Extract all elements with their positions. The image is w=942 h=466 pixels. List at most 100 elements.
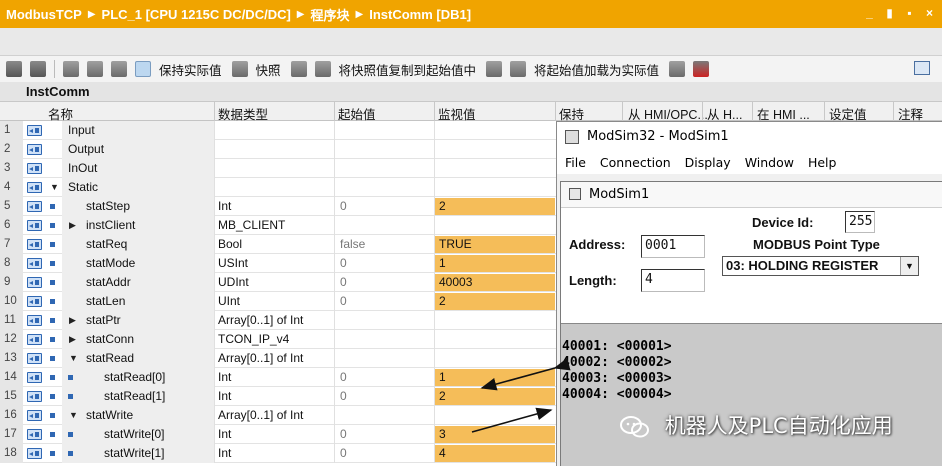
start-value-cell[interactable]: 0 [340, 273, 347, 292]
chevron-down-icon[interactable]: ▼ [900, 257, 918, 275]
address-input[interactable]: 0001 [641, 235, 705, 258]
datatype-cell[interactable]: Int [218, 387, 231, 406]
view-toggle-icon[interactable] [914, 61, 930, 75]
child-titlebar[interactable]: ModSim1 [561, 182, 942, 208]
variable-name[interactable]: statRead[0] [104, 368, 165, 387]
menu-file[interactable]: File [565, 155, 586, 170]
start-value-cell[interactable]: 0 [340, 425, 347, 444]
register-40004[interactable]: 40004: <00004> [562, 387, 672, 403]
datatype-cell[interactable]: UDInt [218, 273, 249, 292]
download-icon[interactable] [669, 61, 686, 77]
variable-name[interactable]: statPtr [86, 311, 121, 330]
expand-triangle-icon[interactable]: ▶ [69, 316, 76, 325]
insert-row-icon[interactable] [6, 61, 22, 77]
datatype-cell[interactable]: Array[0..1] of Int [218, 311, 303, 330]
copy-snapshot-icon-2[interactable] [314, 61, 331, 77]
float-icon[interactable]: ▪ [901, 5, 918, 22]
copy-snapshot-icon[interactable] [290, 61, 307, 77]
list-icon[interactable] [111, 61, 127, 77]
point-type-value: 03: HOLDING REGISTER [726, 258, 879, 273]
expand-triangle-icon[interactable]: ▶ [69, 221, 76, 230]
datatype-cell[interactable]: Array[0..1] of Int [218, 349, 303, 368]
monitor-value-cell: 3 [435, 426, 555, 443]
datatype-cell[interactable]: Array[0..1] of Int [218, 406, 303, 425]
variable-name[interactable]: statStep [86, 197, 130, 216]
variable-name[interactable]: statMode [86, 254, 135, 273]
start-value-cell[interactable]: 0 [340, 197, 347, 216]
menu-display[interactable]: Display [685, 155, 731, 170]
load-start-button[interactable]: 将起始值加载为实际值 [534, 60, 659, 79]
minimize-icon[interactable]: _ [861, 5, 878, 22]
variable-name[interactable]: statRead[1] [104, 387, 165, 406]
datatype-cell[interactable]: MB_CLIENT [218, 216, 285, 235]
keep-actual-button[interactable]: 保持实际值 [159, 60, 222, 79]
monitor-glasses-icon[interactable] [135, 61, 151, 77]
start-value-cell[interactable]: 0 [340, 254, 347, 273]
member-bullet-icon [50, 223, 55, 228]
breadcrumb-item[interactable]: PLC_1 [CPU 1215C DC/DC/DC] [102, 7, 291, 22]
datatype-cell[interactable]: USInt [218, 254, 248, 273]
datatype-cell[interactable]: TCON_IP_v4 [218, 330, 289, 349]
menu-connection[interactable]: Connection [600, 155, 671, 170]
snapshot-button[interactable]: 快照 [256, 60, 281, 79]
variable-name[interactable]: statConn [86, 330, 134, 349]
menu-window[interactable]: Window [745, 155, 794, 170]
variable-name[interactable]: statWrite[1] [104, 444, 164, 463]
start-value-cell[interactable]: 0 [340, 387, 347, 406]
variable-name[interactable]: statWrite [86, 406, 133, 425]
datatype-cell[interactable]: Int [218, 368, 231, 387]
member-bullet-icon [68, 432, 73, 437]
member-bullet-icon [50, 432, 55, 437]
datatype-cell[interactable]: Bool [218, 235, 242, 254]
register-40003[interactable]: 40003: <00003> [562, 371, 672, 387]
variable-name[interactable]: statLen [86, 292, 125, 311]
restore-icon[interactable]: ▮ [881, 5, 898, 22]
modsim-app-icon [565, 130, 579, 144]
point-type-select[interactable]: 03: HOLDING REGISTER ▼ [722, 256, 919, 276]
start-value-cell[interactable]: 0 [340, 292, 347, 311]
member-bullet-icon [50, 451, 55, 456]
register-40002[interactable]: 40002: <00002> [562, 355, 672, 371]
expand-triangle-icon[interactable]: ▶ [69, 335, 76, 344]
breadcrumb-item[interactable]: 程序块 [311, 5, 350, 24]
close-icon[interactable]: × [921, 5, 938, 22]
variable-name[interactable]: statReq [86, 235, 127, 254]
datatype-cell[interactable]: Int [218, 197, 231, 216]
download-reset-icon[interactable] [693, 61, 710, 77]
copy-snapshot-button[interactable]: 将快照值复制到起始值中 [339, 60, 477, 79]
load-start-icon[interactable] [486, 61, 503, 77]
length-input[interactable]: 4 [641, 269, 705, 292]
variable-name[interactable]: Input [68, 121, 95, 140]
snapshot-icon[interactable] [231, 61, 248, 77]
add-row-icon[interactable] [30, 61, 46, 77]
variable-name[interactable]: statWrite[0] [104, 425, 164, 444]
register-40001[interactable]: 40001: <00001> [562, 339, 672, 355]
breadcrumb-item[interactable]: InstComm [DB1] [369, 7, 471, 22]
start-value-cell[interactable]: 0 [340, 444, 347, 463]
breadcrumb-item[interactable]: ModbusTCP [6, 7, 82, 22]
start-value-cell[interactable]: 0 [340, 368, 347, 387]
monitor-value-cell: 2 [435, 293, 555, 310]
device-id-input[interactable]: 255 [845, 211, 875, 233]
collapse-triangle-icon[interactable]: ▼ [69, 411, 78, 420]
variable-name[interactable]: InOut [68, 159, 97, 178]
row-number: 6 [0, 216, 23, 235]
datatype-cell[interactable]: UInt [218, 292, 240, 311]
datatype-cell[interactable]: Int [218, 444, 231, 463]
row-number: 2 [0, 140, 23, 159]
load-start-icon-2[interactable] [510, 61, 527, 77]
variable-name[interactable]: Static [68, 178, 98, 197]
expand-icon[interactable] [63, 61, 79, 77]
start-value-cell[interactable]: false [340, 235, 365, 254]
row-number: 17 [0, 425, 23, 444]
collapse-icon[interactable] [87, 61, 103, 77]
datatype-cell[interactable]: Int [218, 425, 231, 444]
variable-name[interactable]: statAddr [86, 273, 131, 292]
variable-name[interactable]: statRead [86, 349, 134, 368]
variable-name[interactable]: Output [68, 140, 104, 159]
variable-name[interactable]: instClient [86, 216, 135, 235]
collapse-triangle-icon[interactable]: ▼ [50, 183, 59, 192]
modsim-titlebar[interactable]: ModSim32 - ModSim1 [557, 122, 942, 152]
collapse-triangle-icon[interactable]: ▼ [69, 354, 78, 363]
menu-help[interactable]: Help [808, 155, 837, 170]
